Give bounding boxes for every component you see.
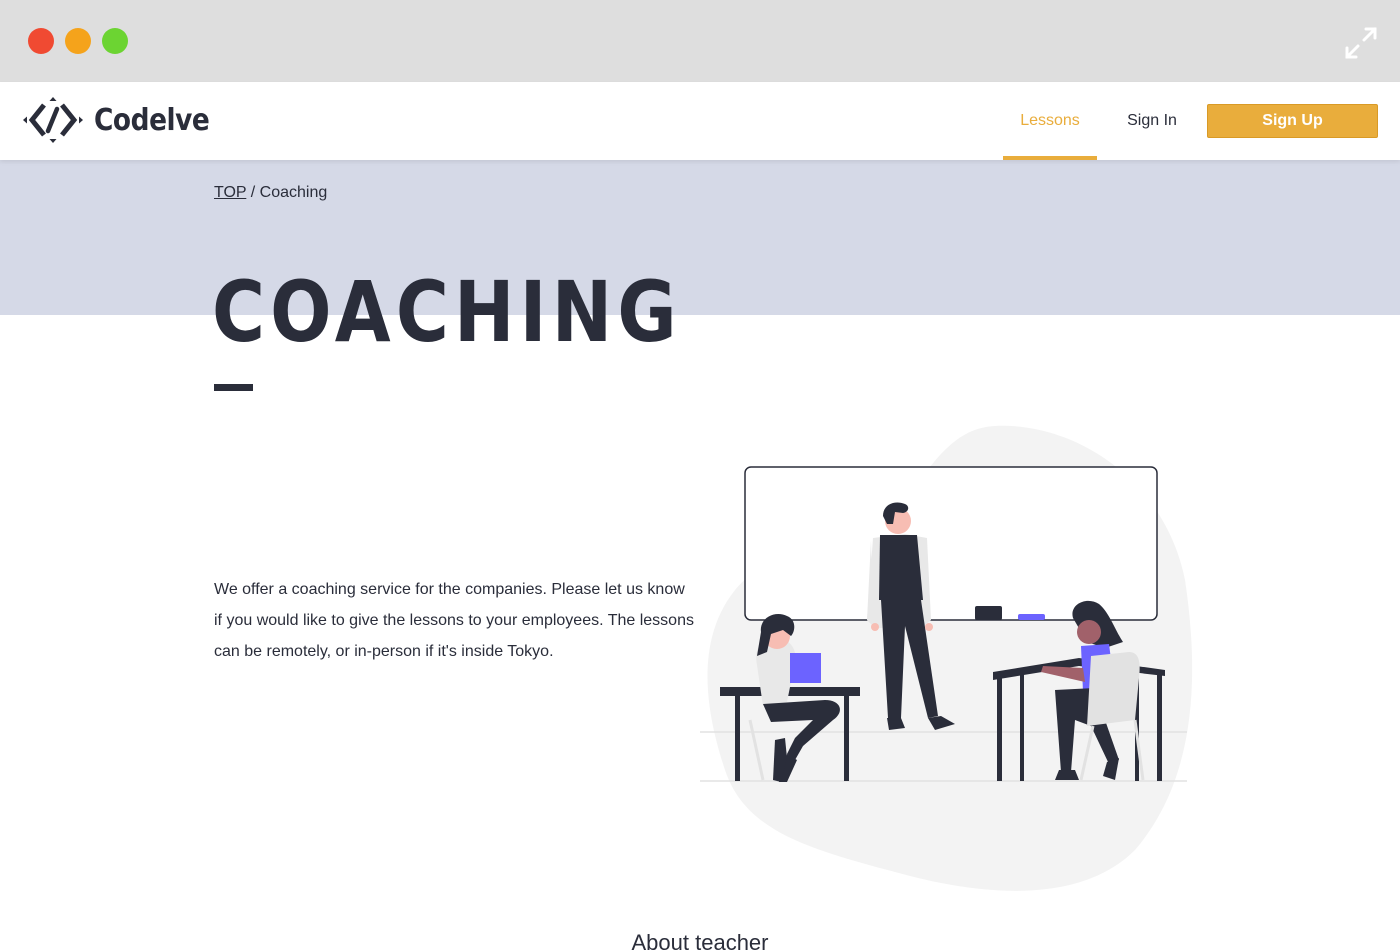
- minimize-window-button[interactable]: [65, 28, 91, 54]
- hero-band: [0, 160, 1400, 315]
- page-title: COACHING: [212, 263, 682, 361]
- breadcrumb: TOP / Coaching: [214, 184, 327, 202]
- site-header: Codelve Lessons Sign In Sign Up: [0, 82, 1400, 160]
- breadcrumb-separator: /: [246, 184, 260, 201]
- code-logo-icon: [23, 97, 83, 143]
- active-nav-indicator: [1003, 156, 1097, 160]
- close-window-button[interactable]: [28, 28, 54, 54]
- nav-lessons-label: Lessons: [1020, 112, 1080, 129]
- intro-paragraph: We offer a coaching service for the comp…: [214, 581, 694, 660]
- breadcrumb-top-link[interactable]: TOP: [214, 184, 246, 201]
- classroom-illustration: [700, 425, 1193, 891]
- window-titlebar: [0, 0, 1400, 82]
- zoom-window-button[interactable]: [102, 28, 128, 54]
- breadcrumb-current: Coaching: [259, 184, 328, 201]
- site-logo[interactable]: Codelve: [22, 96, 225, 144]
- expand-icon[interactable]: [1344, 26, 1378, 60]
- title-underline: [214, 384, 253, 391]
- nav-sign-in-link[interactable]: Sign In: [1112, 82, 1192, 160]
- sign-up-label: Sign Up: [1262, 112, 1323, 129]
- nav-lessons-link[interactable]: Lessons: [1003, 82, 1097, 160]
- about-teacher-heading: About teacher: [631, 930, 769, 951]
- logo-wordmark: Codelve: [94, 102, 210, 138]
- nav-sign-in-label: Sign In: [1127, 112, 1177, 129]
- sign-up-button[interactable]: Sign Up: [1207, 104, 1378, 138]
